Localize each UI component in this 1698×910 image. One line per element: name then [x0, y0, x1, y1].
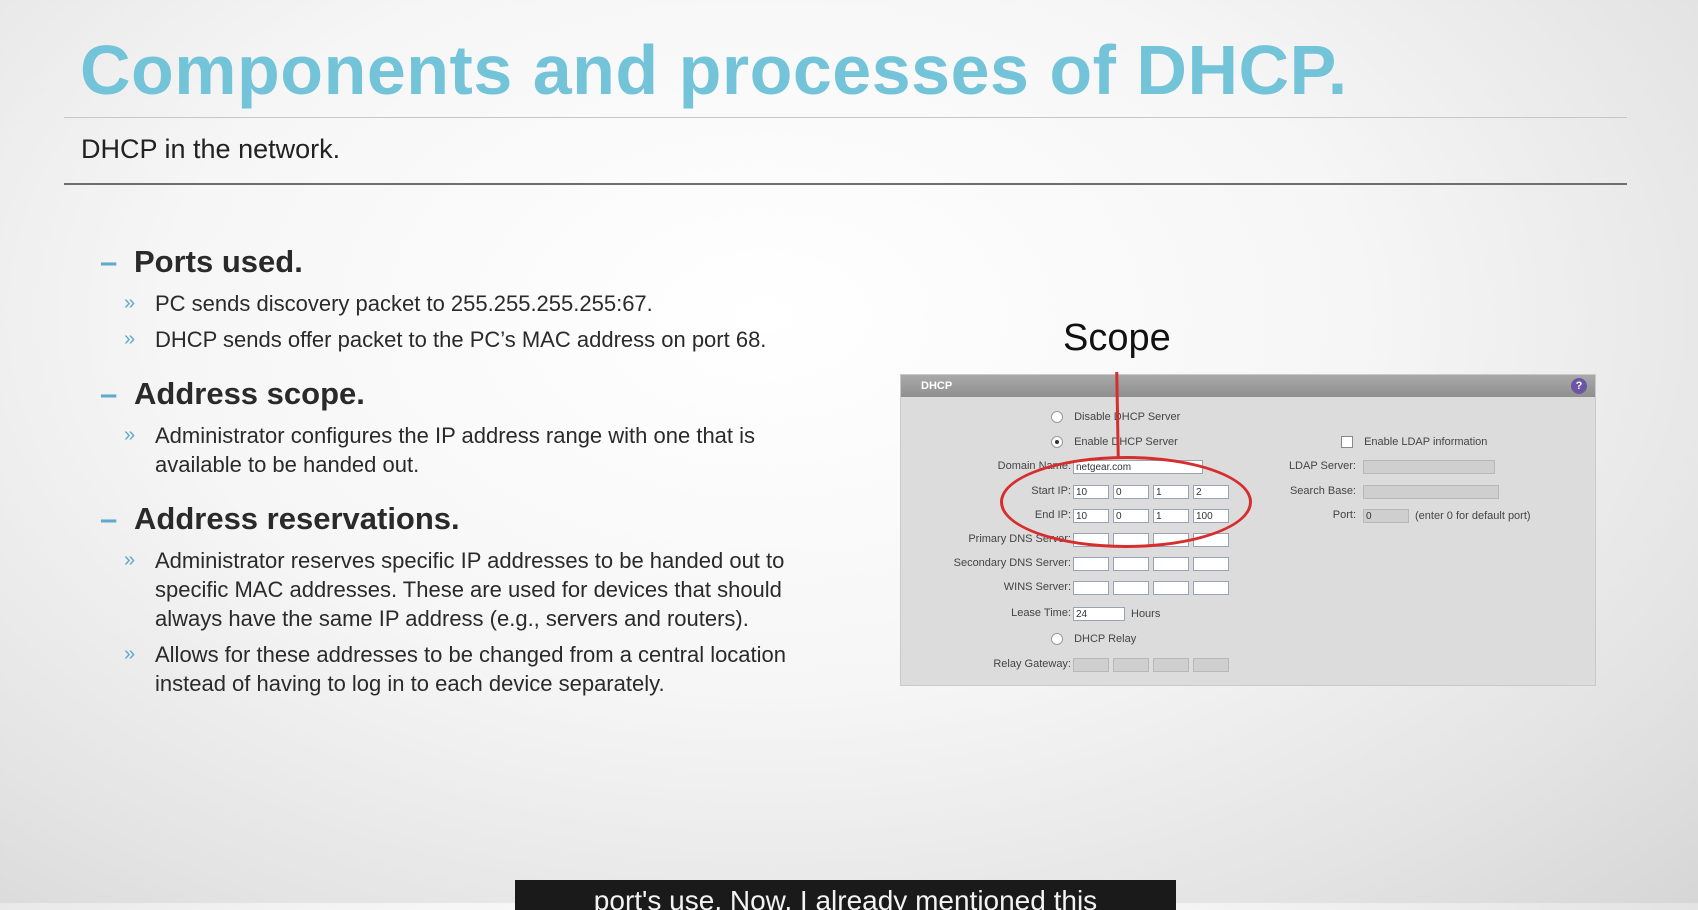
- wins-octet-1[interactable]: [1073, 581, 1109, 595]
- video-caption: port's use. Now, I already mentioned thi…: [515, 880, 1176, 910]
- lease-time-unit: Hours: [1131, 608, 1161, 620]
- bullet-content: – Ports used. » PC sends discovery packe…: [100, 244, 830, 720]
- ldap-server-label: LDAP Server:: [1288, 460, 1356, 472]
- secondary-dns-label: Secondary DNS Server:: [953, 557, 1071, 569]
- chevron-bullet-icon: »: [124, 549, 136, 571]
- bullet-text: Administrator configures the IP address …: [155, 423, 756, 477]
- list-item: » Administrator reserves specific IP add…: [124, 546, 830, 633]
- port-hint: (enter 0 for default port): [1415, 510, 1531, 522]
- secondary-dns-octet-4[interactable]: [1193, 557, 1229, 571]
- help-icon[interactable]: ?: [1571, 378, 1587, 394]
- dash-bullet-icon: –: [100, 501, 118, 536]
- dash-bullet-icon: –: [100, 244, 118, 279]
- ldap-server-field: [1363, 460, 1495, 474]
- wins-octet-3[interactable]: [1153, 581, 1189, 595]
- dhcp-settings-screenshot: DHCP ? Disable DHCP Server Enable DHCP S…: [900, 374, 1596, 686]
- panel-title: DHCP: [921, 380, 953, 392]
- scope-highlight-circle: [1000, 456, 1252, 548]
- chevron-bullet-icon: »: [124, 424, 136, 446]
- relay-gateway-octet-1: [1073, 658, 1109, 672]
- wins-label: WINS Server:: [1003, 581, 1071, 593]
- slide-subtitle: DHCP in the network.: [81, 134, 341, 164]
- section-heading: Address scope.: [134, 376, 365, 411]
- list-item: » Administrator configures the IP addres…: [124, 421, 830, 479]
- list-item: » DHCP sends offer packet to the PC’s MA…: [124, 325, 830, 354]
- lease-time-field[interactable]: 24: [1073, 607, 1125, 621]
- enable-dhcp-radio[interactable]: [1051, 436, 1063, 449]
- wins-octet-4[interactable]: [1193, 581, 1229, 595]
- relay-gateway-octet-2: [1113, 658, 1149, 672]
- chevron-bullet-icon: »: [124, 643, 136, 665]
- ldap-enable-row: Enable LDAP information: [1341, 436, 1488, 449]
- search-base-label: Search Base:: [1289, 485, 1356, 497]
- enable-dhcp-label: Enable DHCP Server: [1074, 436, 1178, 448]
- search-base-field: [1363, 485, 1499, 499]
- list-item: » PC sends discovery packet to 255.255.2…: [124, 289, 830, 318]
- scope-label: Scope: [1063, 317, 1171, 359]
- dash-bullet-icon: –: [100, 376, 118, 411]
- chevron-bullet-icon: »: [124, 292, 136, 314]
- section-address-scope: – Address scope. » Administrator configu…: [100, 376, 830, 479]
- relay-gateway-octet-4: [1193, 658, 1229, 672]
- disable-dhcp-radio[interactable]: [1051, 411, 1063, 424]
- secondary-dns-octet-3[interactable]: [1153, 557, 1189, 571]
- dhcp-relay-radio[interactable]: [1051, 633, 1063, 646]
- relay-gateway-octet-3: [1153, 658, 1189, 672]
- subtitle-divider: [64, 183, 1627, 185]
- ldap-enable-label: Enable LDAP information: [1364, 436, 1488, 448]
- disable-dhcp-label: Disable DHCP Server: [1074, 411, 1181, 423]
- section-heading: Ports used.: [134, 244, 303, 279]
- bullet-text: PC sends discovery packet to 255.255.255…: [155, 291, 653, 316]
- chevron-bullet-icon: »: [124, 328, 136, 350]
- relay-gateway-label: Relay Gateway:: [993, 658, 1071, 670]
- section-heading: Address reservations.: [134, 501, 460, 536]
- lease-time-label: Lease Time:: [1011, 607, 1071, 619]
- wins-octet-2[interactable]: [1113, 581, 1149, 595]
- list-item: » Allows for these addresses to be chang…: [124, 640, 830, 698]
- secondary-dns-octet-1[interactable]: [1073, 557, 1109, 571]
- dhcp-relay-row: DHCP Relay: [1051, 633, 1137, 646]
- title-divider: [64, 117, 1627, 118]
- section-address-reservations: – Address reservations. » Administrator …: [100, 501, 830, 698]
- dhcp-relay-label: DHCP Relay: [1074, 633, 1137, 645]
- enable-dhcp-row: Enable DHCP Server: [1051, 436, 1178, 449]
- port-field: 0: [1363, 509, 1409, 523]
- port-label: Port:: [1332, 509, 1356, 521]
- secondary-dns-octet-2[interactable]: [1113, 557, 1149, 571]
- ldap-enable-checkbox[interactable]: [1341, 436, 1353, 449]
- bullet-text: Administrator reserves specific IP addre…: [155, 548, 785, 631]
- section-ports-used: – Ports used. » PC sends discovery packe…: [100, 244, 830, 354]
- slide-title: Components and processes of DHCP.: [80, 31, 1348, 109]
- bullet-text: DHCP sends offer packet to the PC’s MAC …: [155, 327, 767, 352]
- panel-header: DHCP ?: [901, 375, 1595, 397]
- bullet-text: Allows for these addresses to be changed…: [155, 642, 787, 696]
